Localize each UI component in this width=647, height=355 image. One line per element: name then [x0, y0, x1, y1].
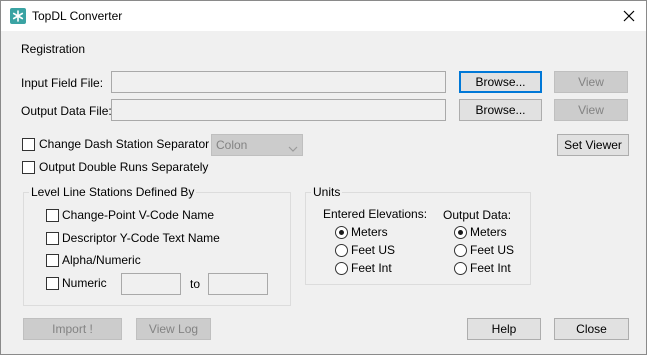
- input-field-label: Input Field File:: [21, 76, 104, 90]
- output-browse-button[interactable]: Browse...: [459, 99, 542, 121]
- numeric-label: Numeric: [62, 276, 107, 290]
- change-point-label: Change-Point V-Code Name: [62, 208, 215, 222]
- entered-feet-int-label: Feet Int: [351, 261, 392, 275]
- change-dash-label: Change Dash Station Separator to:: [39, 137, 226, 151]
- units-title: Units: [311, 185, 343, 199]
- output-double-runs-label: Output Double Runs Separately: [39, 160, 209, 174]
- title-bar: TopDL Converter: [1, 1, 646, 31]
- entered-elevations-label: Entered Elevations:: [323, 207, 428, 221]
- input-browse-button[interactable]: Browse...: [459, 71, 542, 93]
- close-window-icon[interactable]: [612, 1, 646, 31]
- output-feet-int-label: Feet Int: [470, 261, 511, 275]
- help-button[interactable]: Help: [467, 318, 541, 340]
- change-point-checkbox[interactable]: [46, 209, 59, 222]
- alpha-numeric-label: Alpha/Numeric: [62, 253, 141, 267]
- input-field-file-input[interactable]: [111, 71, 446, 93]
- output-feet-us-radio[interactable]: [454, 244, 467, 257]
- numeric-to-input[interactable]: [208, 273, 268, 295]
- set-viewer-button[interactable]: Set Viewer: [557, 134, 629, 156]
- registration-heading: Registration: [21, 42, 86, 56]
- output-data-file-input[interactable]: [111, 99, 446, 121]
- descriptor-checkbox[interactable]: [46, 232, 59, 245]
- output-meters-radio[interactable]: [454, 226, 467, 239]
- view-log-button[interactable]: View Log: [136, 318, 211, 340]
- close-button[interactable]: Close: [554, 318, 629, 340]
- level-line-title: Level Line Stations Defined By: [29, 185, 197, 199]
- separator-select[interactable]: Colon: [211, 134, 303, 156]
- change-dash-checkbox[interactable]: [22, 138, 35, 151]
- app-icon: [10, 8, 26, 24]
- output-view-button[interactable]: View: [554, 99, 628, 121]
- output-double-runs-checkbox[interactable]: [22, 161, 35, 174]
- output-meters-label: Meters: [470, 225, 507, 239]
- output-data-label: Output Data File:: [21, 104, 112, 118]
- descriptor-label: Descriptor Y-Code Text Name: [62, 231, 220, 245]
- numeric-checkbox[interactable]: [46, 277, 59, 290]
- window-title: TopDL Converter: [32, 9, 123, 23]
- entered-feet-us-label: Feet US: [351, 243, 396, 257]
- chevron-down-icon: [288, 140, 298, 152]
- entered-feet-int-radio[interactable]: [335, 262, 348, 275]
- entered-meters-radio[interactable]: [335, 226, 348, 239]
- topdl-converter-window: TopDL Converter Registration Input Field…: [0, 0, 647, 355]
- import-button[interactable]: Import !: [23, 318, 122, 340]
- entered-meters-label: Meters: [351, 225, 388, 239]
- entered-feet-us-radio[interactable]: [335, 244, 348, 257]
- alpha-numeric-checkbox[interactable]: [46, 254, 59, 267]
- numeric-from-input[interactable]: [121, 273, 181, 295]
- output-feet-int-radio[interactable]: [454, 262, 467, 275]
- output-feet-us-label: Feet US: [470, 243, 515, 257]
- output-data-units-label: Output Data:: [443, 208, 512, 222]
- separator-value: Colon: [216, 138, 248, 152]
- input-view-button[interactable]: View: [554, 71, 628, 93]
- to-label: to: [190, 277, 201, 291]
